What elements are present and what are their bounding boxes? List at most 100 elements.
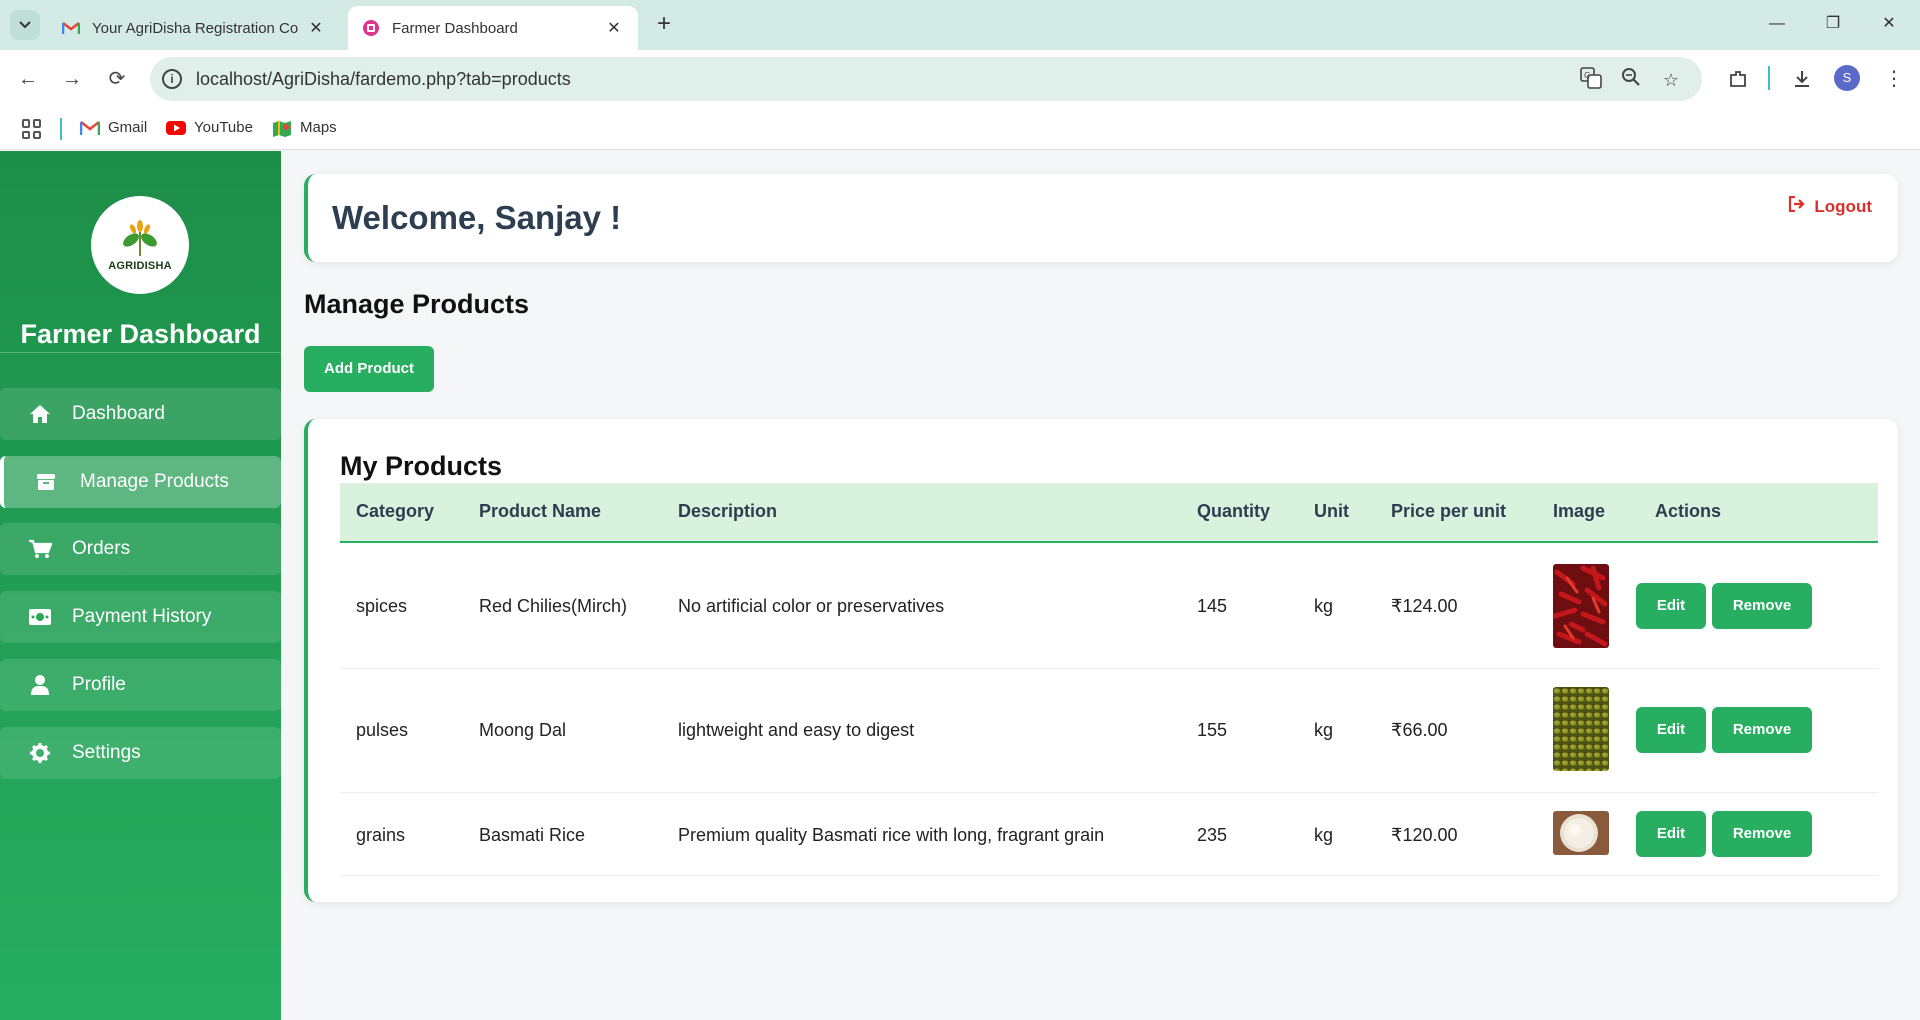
sidebar-item-label: Orders <box>72 538 131 559</box>
products-card: My Products Category Product Name Descri… <box>304 419 1898 902</box>
cell-description: lightweight and easy to digest <box>678 720 915 740</box>
reload-icon[interactable]: ⟳ <box>101 63 133 95</box>
cell-description: No artificial color or preservatives <box>678 596 945 616</box>
remove-button[interactable]: Remove <box>1712 707 1812 753</box>
bookmark-gmail[interactable]: Gmail <box>79 119 147 136</box>
bookmark-maps[interactable]: Maps <box>272 119 337 137</box>
remove-button[interactable]: Remove <box>1712 583 1812 629</box>
site-info-icon[interactable]: i <box>162 69 182 89</box>
tab-gmail[interactable]: Your AgriDisha Registration Co ✕ <box>48 6 340 50</box>
zoom-icon[interactable] <box>1618 67 1644 93</box>
gear-icon <box>26 741 54 765</box>
welcome-card: Welcome, Sanjay ! Logout <box>304 174 1898 262</box>
profile-avatar[interactable]: S <box>1834 65 1860 91</box>
download-icon[interactable] <box>1786 63 1818 95</box>
bookmark-label: Maps <box>300 119 337 136</box>
apps-grid-icon[interactable] <box>22 119 42 139</box>
sidebar-item-payment-history[interactable]: Payment History <box>0 591 281 643</box>
tab-farmer-dashboard[interactable]: Farmer Dashboard ✕ <box>348 6 638 50</box>
chevron-down-icon <box>19 21 31 29</box>
box-icon <box>32 470 60 494</box>
add-product-button[interactable]: Add Product <box>304 346 434 392</box>
cell-price: ₹66.00 <box>1391 720 1448 740</box>
url-text[interactable]: localhost/AgriDisha/fardemo.php?tab=prod… <box>196 69 571 90</box>
window-close-button[interactable]: ✕ <box>1866 8 1912 40</box>
back-arrow-icon[interactable]: ← <box>12 63 44 95</box>
bookmark-label: YouTube <box>194 119 253 136</box>
money-icon <box>26 605 54 629</box>
new-tab-button[interactable]: + <box>650 11 678 39</box>
cell-product-name: Basmati Rice <box>479 825 586 845</box>
column-header: Image <box>1553 501 1606 521</box>
home-icon <box>26 402 54 426</box>
browser-tab-bar: Your AgriDisha Registration Co ✕ Farmer … <box>0 0 1920 50</box>
cell-unit: kg <box>1314 596 1334 616</box>
column-header: Product Name <box>479 501 602 521</box>
logout-label: Logout <box>1814 196 1872 216</box>
basmati-rice-image <box>1553 811 1609 855</box>
site-icon <box>362 19 380 37</box>
tab-title: Your AgriDisha Registration Co <box>92 19 299 37</box>
card-title: My Products <box>340 451 503 481</box>
sidebar-item-profile[interactable]: Profile <box>0 659 281 711</box>
column-header: Unit <box>1314 501 1349 521</box>
sign-out-icon <box>1788 195 1806 217</box>
cell-unit: kg <box>1314 825 1334 845</box>
cell-price: ₹124.00 <box>1391 596 1458 616</box>
sidebar-item-label: Manage Products <box>80 471 229 492</box>
sidebar-item-settings[interactable]: Settings <box>0 727 281 779</box>
user-icon <box>26 673 54 697</box>
sidebar-item-orders[interactable]: Orders <box>0 523 281 575</box>
cell-description: Premium quality Basmati rice with long, … <box>678 825 1105 845</box>
more-menu-icon[interactable]: ⋮ <box>1878 63 1910 95</box>
cell-product-name: Moong Dal <box>479 720 567 740</box>
forward-arrow-icon[interactable]: → <box>56 63 88 95</box>
sidebar-item-dashboard[interactable]: Dashboard <box>0 388 281 440</box>
red-chilies-image <box>1553 564 1609 648</box>
extensions-icon[interactable] <box>1722 63 1754 95</box>
cart-icon <box>26 537 54 561</box>
sidebar-item-label: Profile <box>72 674 126 695</box>
restore-button[interactable]: ❐ <box>1810 8 1856 40</box>
address-bar[interactable]: i localhost/AgriDisha/fardemo.php?tab=pr… <box>150 57 1702 101</box>
edit-button[interactable]: Edit <box>1636 811 1706 857</box>
minimize-button[interactable]: — <box>1754 8 1800 40</box>
tab-search-button[interactable] <box>10 10 40 40</box>
bookmarks-bar: Gmail YouTube Maps <box>0 108 1920 150</box>
tab-title: Farmer Dashboard <box>392 19 518 37</box>
column-header: Quantity <box>1197 501 1271 521</box>
logout-button[interactable]: Logout <box>1788 195 1872 217</box>
edit-button[interactable]: Edit <box>1636 583 1706 629</box>
cell-product-name: Red Chilies(Mirch) <box>479 596 628 616</box>
star-icon[interactable]: ☆ <box>1658 67 1684 93</box>
bookmark-youtube[interactable]: YouTube <box>166 119 253 136</box>
table-row: spices Red Chilies(Mirch) No artificial … <box>340 545 1878 669</box>
svg-text:G: G <box>1584 71 1590 80</box>
table-row: grains Basmati Rice Premium quality Basm… <box>340 793 1878 876</box>
sidebar-item-label: Settings <box>72 742 141 763</box>
cell-category: spices <box>356 596 408 616</box>
remove-button[interactable]: Remove <box>1712 811 1812 857</box>
column-header: Category <box>356 501 435 521</box>
cell-quantity: 145 <box>1197 596 1228 616</box>
cell-quantity: 155 <box>1197 720 1228 740</box>
logo-text: AGRIDISHA <box>108 259 172 272</box>
translate-icon[interactable]: G <box>1578 67 1604 93</box>
edit-button[interactable]: Edit <box>1636 707 1706 753</box>
sidebar-item-manage-products[interactable]: Manage Products <box>0 456 281 508</box>
youtube-icon <box>166 120 186 136</box>
sidebar-title: Farmer Dashboard <box>20 319 261 349</box>
moong-dal-image <box>1553 687 1609 771</box>
close-icon[interactable]: ✕ <box>306 18 326 38</box>
agridisha-logo: AGRIDISHA <box>91 196 189 294</box>
cell-unit: kg <box>1314 720 1334 740</box>
close-icon[interactable]: ✕ <box>604 18 624 38</box>
wheat-leaf-icon <box>123 219 157 256</box>
column-header: Description <box>678 501 778 521</box>
column-header: Actions <box>1655 501 1722 521</box>
section-title: Manage Products <box>304 289 530 319</box>
sidebar: AGRIDISHA Farmer Dashboard Dashboard Man… <box>0 151 281 1020</box>
cell-price: ₹120.00 <box>1391 825 1458 845</box>
sidebar-item-label: Dashboard <box>72 403 165 424</box>
welcome-heading: Welcome, Sanjay ! <box>332 199 622 236</box>
